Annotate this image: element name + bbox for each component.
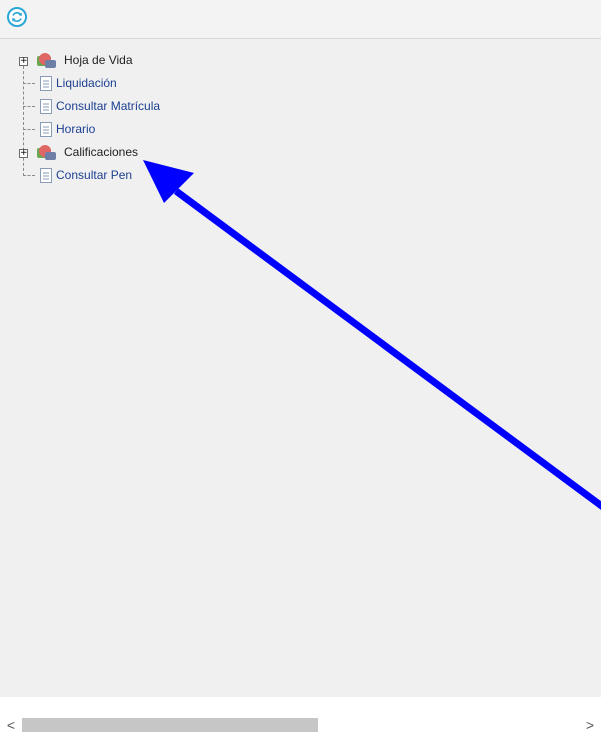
tree-item-consultar-pen[interactable]: Consultar Pen — [40, 165, 132, 185]
menu-tree-panel: + Hoja de Vida Liquidación Consultar Mat… — [0, 39, 601, 697]
refresh-icon — [7, 7, 27, 27]
tree-item-label[interactable]: Calificaciones — [64, 145, 138, 159]
page-icon — [40, 121, 52, 137]
tree-item-label[interactable]: Consultar Pen — [56, 168, 132, 182]
expand-toggle-calificaciones[interactable]: + — [19, 149, 28, 158]
tree-item-liquidacion[interactable]: Liquidación — [40, 73, 117, 93]
page-icon — [40, 75, 52, 91]
scrollbar-thumb[interactable] — [22, 718, 318, 732]
toolbar — [0, 0, 601, 39]
tree-item-label[interactable]: Hoja de Vida — [64, 53, 133, 67]
tree-item-label[interactable]: Liquidación — [56, 76, 117, 90]
tree-item-calificaciones[interactable]: Calificaciones — [36, 142, 138, 162]
tree-connector-line — [23, 175, 35, 176]
folder-group-icon — [37, 145, 56, 160]
expand-toggle-hoja-de-vida[interactable]: + — [19, 57, 28, 66]
tree-item-label[interactable]: Horario — [56, 122, 95, 136]
horizontal-scrollbar[interactable]: < > — [0, 716, 601, 734]
scroll-left-icon[interactable]: < — [4, 716, 18, 734]
tree-connector-line — [23, 129, 35, 130]
tree-item-horario[interactable]: Horario — [40, 119, 95, 139]
tree-connector-line — [23, 106, 35, 107]
page-icon — [40, 98, 52, 114]
tree-item-hoja-de-vida[interactable]: Hoja de Vida — [36, 50, 133, 70]
tree-item-label[interactable]: Consultar Matrícula — [56, 99, 160, 113]
tree-item-consultar-matricula[interactable]: Consultar Matrícula — [40, 96, 160, 116]
scroll-right-icon[interactable]: > — [583, 716, 597, 734]
page-icon — [40, 167, 52, 183]
refresh-button[interactable] — [6, 6, 28, 28]
tree-connector-line — [23, 83, 35, 84]
folder-group-icon — [37, 53, 56, 68]
